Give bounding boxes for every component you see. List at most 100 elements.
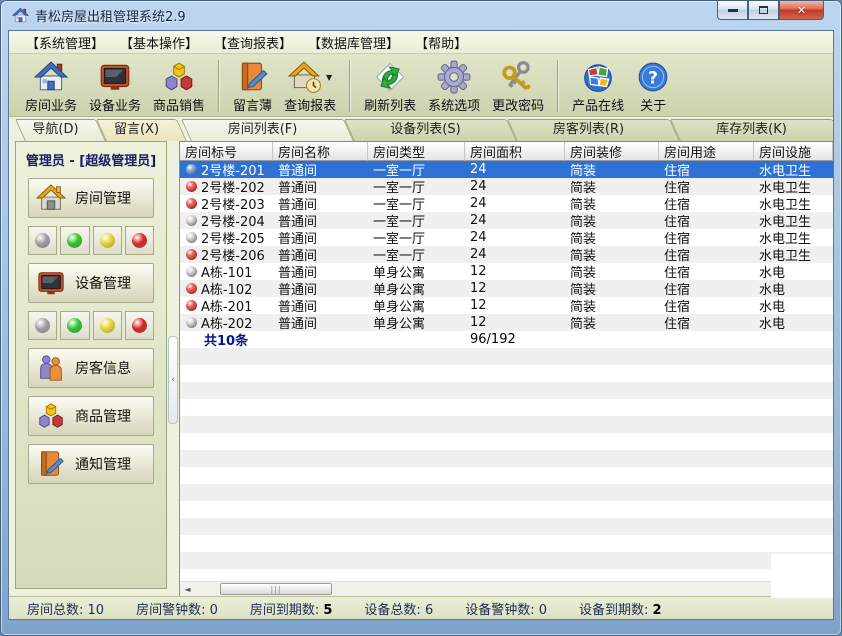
status-label: 房间到期数: bbox=[249, 602, 324, 618]
menu-item-1[interactable]: 【基本操作】 bbox=[115, 32, 203, 53]
cell-name: 普通间 bbox=[278, 283, 318, 297]
room-row-2号楼-205[interactable]: 2号楼-205 普通间 一室一厅 24 简装 住宿 水电卫生 bbox=[180, 229, 833, 246]
tab-strip: 导航(D) 留言(X) 房间列表(F) 设备列表(S) 房客列表(R) 库存列表(K) bbox=[9, 117, 833, 141]
chevron-left-icon: ‹ bbox=[171, 375, 175, 385]
column-header-2[interactable]: 房间类型 bbox=[368, 142, 465, 161]
cell-area: 24 bbox=[470, 247, 487, 262]
red-light-button[interactable] bbox=[124, 226, 154, 255]
toolbar-button-label: 房间业务 bbox=[25, 99, 78, 114]
list-tab-3[interactable]: 库存列表(K) bbox=[670, 119, 833, 141]
window-title: 青松房屋出租管理系统2.9 bbox=[35, 9, 186, 25]
sidebar-tabs: 导航(D) 留言(X) bbox=[15, 119, 187, 141]
room-row-2号楼-201[interactable]: 2号楼-201 普通间 一室一厅 24 简装 住宿 水电卫生 bbox=[180, 161, 833, 178]
cell-facilities: 水电 bbox=[759, 317, 786, 331]
maximize-button[interactable] bbox=[748, 1, 779, 20]
cell-id: 2号楼-204 bbox=[180, 212, 273, 229]
menu-item-2[interactable]: 【查询报表】 bbox=[209, 32, 297, 53]
red-status-ball-icon bbox=[186, 300, 197, 311]
menu-item-3[interactable]: 【数据库管理】 bbox=[303, 32, 404, 53]
menu-item-0[interactable]: 【系统管理】 bbox=[21, 32, 109, 53]
status-item-1: 房间警钟数: 0 bbox=[136, 599, 218, 618]
cell-usage: 住宿 bbox=[664, 266, 691, 280]
empty-stripe bbox=[180, 518, 833, 535]
sidebar-button-label: 商品管理 bbox=[75, 409, 131, 425]
room-row-A栋-201[interactable]: A栋-201 普通间 单身公寓 12 简装 住宿 水电 bbox=[180, 297, 833, 314]
room-row-2号楼-203[interactable]: 2号楼-203 普通间 一室一厅 24 简装 住宿 水电卫生 bbox=[180, 195, 833, 212]
list-tab-1[interactable]: 设备列表(S) bbox=[344, 119, 517, 141]
sidebar-button-4[interactable]: 通知管理 bbox=[28, 444, 154, 484]
yellow-light-button[interactable] bbox=[92, 226, 122, 255]
sidebar-button-0[interactable]: 房间管理 bbox=[28, 178, 154, 218]
cell-usage: 住宿 bbox=[664, 198, 691, 212]
sidebar-button-1[interactable]: 设备管理 bbox=[28, 263, 154, 303]
toolbar-button-label: 商品销售 bbox=[153, 99, 206, 114]
cell-type: 单身公寓 bbox=[373, 317, 426, 331]
room-row-2号楼-202[interactable]: 2号楼-202 普通间 一室一厅 24 简装 住宿 水电卫生 bbox=[180, 178, 833, 195]
toolbar-button-0[interactable]: 房间业务 bbox=[19, 57, 83, 116]
horizontal-scrollbar[interactable]: ◄ ||| bbox=[180, 581, 833, 596]
toolbar-button-7[interactable]: 更改密码 bbox=[486, 57, 550, 116]
room-row-2号楼-204[interactable]: 2号楼-204 普通间 一室一厅 24 简装 住宿 水电卫生 bbox=[180, 212, 833, 229]
red-light-icon bbox=[131, 233, 147, 248]
sidebar-button-3[interactable]: 商品管理 bbox=[28, 396, 154, 436]
scroll-left-arrow-icon[interactable]: ◄ bbox=[180, 582, 195, 596]
yellow-light-icon bbox=[99, 233, 115, 248]
red-status-ball-icon bbox=[186, 198, 197, 209]
minimize-button[interactable] bbox=[717, 1, 748, 20]
yellow-light-button[interactable] bbox=[92, 311, 122, 340]
sidebar-tab-0[interactable]: 导航(D) bbox=[15, 119, 106, 141]
cell-decoration: 简装 bbox=[570, 317, 597, 331]
column-header-4[interactable]: 房间装修 bbox=[565, 142, 659, 161]
app-window: 青松房屋出租管理系统2.9 ✕ 【系统管理】 【基本操作】 【查询报表】 【数据库管理… bbox=[0, 0, 842, 636]
column-header-6[interactable]: 房间设施 bbox=[754, 142, 833, 161]
menu-item-4[interactable]: 【帮助】 bbox=[410, 32, 472, 53]
red-light-button[interactable] bbox=[124, 311, 154, 340]
toolbar-button-3[interactable]: 留言薄 bbox=[227, 57, 278, 116]
room-row-2号楼-206[interactable]: 2号楼-206 普通间 一室一厅 24 简装 住宿 水电卫生 bbox=[180, 246, 833, 263]
scrollbar-thumb[interactable]: ||| bbox=[220, 583, 332, 595]
gray-light-button[interactable] bbox=[28, 226, 58, 255]
toolbar-button-1[interactable]: 设备业务 bbox=[83, 57, 147, 116]
gear-icon bbox=[437, 60, 471, 94]
status-value: 0 bbox=[538, 602, 548, 618]
cell-facilities: 水电卫生 bbox=[759, 164, 812, 178]
column-header-5[interactable]: 房间用途 bbox=[659, 142, 754, 161]
status-label: 设备总数: bbox=[364, 602, 425, 618]
room-row-A栋-102[interactable]: A栋-102 普通间 单身公寓 12 简装 住宿 水电 bbox=[180, 280, 833, 297]
cell-decoration: 简装 bbox=[570, 198, 597, 212]
green-light-button[interactable] bbox=[60, 311, 90, 340]
gray-light-button[interactable] bbox=[28, 311, 58, 340]
empty-stripe bbox=[180, 382, 833, 399]
list-tab-0[interactable]: 房间列表(F) bbox=[181, 119, 354, 141]
sidebar-button-2[interactable]: 房客信息 bbox=[28, 348, 154, 388]
list-tab-2[interactable]: 房客列表(R) bbox=[507, 119, 680, 141]
cell-name: 普通间 bbox=[278, 317, 318, 331]
close-button[interactable]: ✕ bbox=[779, 1, 824, 20]
toolbar-button-6[interactable]: 系统选项 bbox=[422, 57, 486, 116]
toolbar-button-8[interactable]: 产品在线 bbox=[566, 57, 630, 116]
toolbar-button-5[interactable]: 刷新列表 bbox=[358, 57, 422, 116]
green-light-button[interactable] bbox=[60, 226, 90, 255]
cell-facilities: 水电 bbox=[759, 300, 786, 314]
status-item-4: 设备警钟数: 0 bbox=[465, 599, 547, 618]
column-header-1[interactable]: 房间名称 bbox=[273, 142, 368, 161]
sidebar-collapse-handle[interactable]: ‹ bbox=[168, 336, 178, 424]
status-item-5: 设备到期数: 2 bbox=[579, 599, 662, 618]
toolbar-button-9[interactable]: ? 关于 bbox=[630, 57, 676, 116]
column-header-0[interactable]: 房间标号 bbox=[180, 142, 273, 161]
column-header-3[interactable]: 房间面积 bbox=[465, 142, 565, 161]
status-label: 设备警钟数: bbox=[465, 602, 539, 618]
question-icon: ? bbox=[636, 60, 670, 94]
room-row-A栋-202[interactable]: A栋-202 普通间 单身公寓 12 简装 住宿 水电 bbox=[180, 314, 833, 331]
toolbar-button-2[interactable]: 商品销售 bbox=[147, 57, 211, 116]
room-row-A栋-101[interactable]: A栋-101 普通间 单身公寓 12 简装 住宿 水电 bbox=[180, 263, 833, 280]
toolbar-button-4[interactable]: ▼ 查询报表 bbox=[278, 57, 342, 116]
blank-overlay bbox=[771, 554, 833, 598]
room-list-table: 房间标号 房间名称 房间类型 房间面积 房间装修 房间用途 房间设施 2号楼-201 普通间一… bbox=[179, 141, 833, 596]
dropdown-arrow-icon[interactable]: ▼ bbox=[326, 73, 332, 82]
cell-name: 普通间 bbox=[278, 215, 318, 229]
cell-usage: 住宿 bbox=[664, 249, 691, 263]
cell-facilities: 水电 bbox=[759, 266, 786, 280]
cell-type: 单身公寓 bbox=[373, 300, 426, 314]
sidebar-tab-1[interactable]: 留言(X) bbox=[96, 119, 187, 141]
